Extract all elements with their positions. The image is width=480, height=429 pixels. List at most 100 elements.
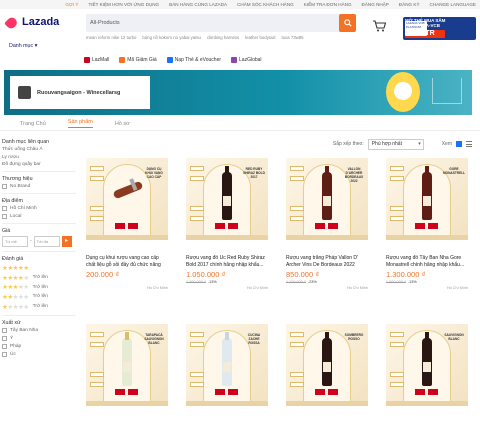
top-link-register[interactable]: ĐĂNG KÝ bbox=[399, 2, 420, 7]
badge bbox=[190, 342, 204, 347]
rating-option-4[interactable]: ★★★★★ Trở lên bbox=[2, 274, 76, 282]
service-topup[interactable]: Nạp Thẻ & eVoucher bbox=[166, 56, 221, 63]
search-button[interactable] bbox=[339, 14, 356, 32]
price-max-input[interactable]: Tới đa bbox=[33, 236, 60, 248]
suggestion-link[interactable]: tuxa 73w85 bbox=[282, 35, 304, 40]
tag bbox=[415, 223, 425, 229]
product-card[interactable]: VALLON D'ARCHER BORDEAUX 2022 Rượu vang … bbox=[286, 158, 368, 290]
cart-icon bbox=[373, 20, 387, 32]
service-lazglobal[interactable]: LazGlobal bbox=[231, 56, 262, 63]
tab-profile[interactable]: Hồ sơ bbox=[115, 121, 130, 127]
product-image[interactable]: RED RUBY SHIRAZ BOLD 2017 bbox=[186, 158, 268, 240]
product-title[interactable]: Rượu vang đỏ Tây Ban Nha Gore Monastrell… bbox=[386, 255, 468, 268]
price-dash: - bbox=[30, 239, 32, 245]
brand-option[interactable]: No Brand bbox=[2, 184, 76, 190]
promo-banner[interactable]: LAZADA VCB PLATINUM MỞ THẺ MUA SẮM LAZAD… bbox=[403, 17, 476, 40]
search-box: All-Products bbox=[86, 14, 356, 32]
service-lazmall[interactable]: LazMall bbox=[84, 56, 110, 63]
badge bbox=[190, 176, 204, 181]
product-image[interactable]: SOMBRERO ROSSO bbox=[286, 324, 368, 406]
checkbox[interactable] bbox=[2, 214, 7, 220]
top-link-language[interactable]: CHANGE LANGUAGE bbox=[430, 2, 476, 7]
store-icon bbox=[18, 86, 31, 99]
category-menu[interactable]: Danh mục ▾ bbox=[9, 43, 37, 49]
rating-option-3[interactable]: ★★★★★ Trở lên bbox=[2, 283, 76, 291]
divider bbox=[2, 314, 76, 316]
top-link-suggest[interactable]: GỢI Ý bbox=[65, 2, 78, 7]
grid-view-icon[interactable] bbox=[456, 141, 462, 147]
discount: -13% bbox=[407, 280, 417, 284]
product-title[interactable]: Rượu vang trắng Pháp Vallon D' Archer Vi… bbox=[286, 255, 368, 268]
origin-option[interactable]: Tây Ban Nha bbox=[2, 327, 76, 333]
checkbox[interactable] bbox=[2, 327, 7, 333]
top-link-sell[interactable]: BÁN HÀNG CÙNG LAZADA bbox=[169, 2, 227, 7]
service-voucher[interactable]: Mã Giảm Giá bbox=[119, 56, 157, 63]
tab-home[interactable]: Trang Chủ bbox=[20, 121, 46, 127]
origin-option[interactable]: Pháp bbox=[2, 343, 76, 349]
product-original-price bbox=[86, 280, 168, 284]
filter-sidebar: Danh mục liên quan Thức uống Châu Á Ly r… bbox=[0, 131, 78, 360]
original-price: 1.500.000 ₫ bbox=[386, 280, 406, 284]
product-image[interactable]: DỤNG CỤ KHUI VANG CAO CẤP bbox=[86, 158, 168, 240]
tab-products[interactable]: Sản phẩm bbox=[67, 119, 93, 128]
top-link-order[interactable]: KIỂM TRA ĐƠN HÀNG bbox=[304, 2, 352, 7]
sort-select[interactable]: Phù hợp nhất bbox=[367, 138, 424, 150]
service-label: LazMall bbox=[92, 56, 110, 63]
top-link-care[interactable]: CHĂM SÓC KHÁCH HÀNG bbox=[237, 2, 294, 7]
related-item[interactable]: Ly rượu bbox=[2, 155, 76, 160]
product-image[interactable]: GORE MONASTRELL bbox=[386, 158, 468, 240]
product-image[interactable]: TARAPACÁ SAUVIGNON BLANC bbox=[86, 324, 168, 406]
checkbox[interactable] bbox=[2, 335, 7, 341]
badge bbox=[90, 176, 104, 181]
product-location: Hồ Chí Minh bbox=[346, 286, 368, 290]
product-card[interactable]: DỤNG CỤ KHUI VANG CAO CẤP Dụng cụ khui r… bbox=[86, 158, 168, 290]
origin-option[interactable]: Ý bbox=[2, 335, 76, 341]
product-card[interactable]: TARAPACÁ SAUVIGNON BLANC bbox=[86, 324, 168, 406]
rating-option-1[interactable]: ★★★★★ Trở lên bbox=[2, 303, 76, 311]
product-card[interactable]: SOMBRERO ROSSO bbox=[286, 324, 368, 406]
product-image[interactable]: CUCINA ZACHE ROSSA bbox=[186, 324, 268, 406]
badge bbox=[190, 382, 204, 387]
origin-option[interactable]: Úc bbox=[2, 351, 76, 357]
related-heading: Danh mục liên quan bbox=[2, 139, 50, 145]
checkbox[interactable] bbox=[2, 206, 7, 212]
checkbox[interactable] bbox=[2, 184, 7, 190]
suggestion-link[interactable]: climbing harness bbox=[207, 35, 239, 40]
rating-option-2[interactable]: ★★★★★ Trở lên bbox=[2, 293, 76, 301]
suggestion-link[interactable]: leather bodysuit bbox=[245, 35, 275, 40]
product-card[interactable]: RED RUBY SHIRAZ BOLD 2017 Rượu vang đỏ Ú… bbox=[186, 158, 268, 290]
related-item[interactable]: Đồ đựng quầy bar bbox=[2, 162, 76, 167]
suggestion-link[interactable]: búng nồ kokoro no yabai yatsu bbox=[142, 35, 201, 40]
divider bbox=[2, 251, 76, 253]
price-min-input[interactable]: Từ mê bbox=[2, 236, 28, 248]
product-image[interactable]: VALLON D'ARCHER BORDEAUX 2022 bbox=[286, 158, 368, 240]
related-item[interactable]: Thức uống Châu Á bbox=[2, 147, 76, 152]
rating-suffix: Trở lên bbox=[32, 275, 48, 281]
checkbox[interactable] bbox=[2, 351, 7, 357]
location-option[interactable]: Hồ Chí Minh bbox=[2, 206, 76, 212]
product-title[interactable]: Rượu vang đỏ Úc Red Ruby Shiraz Bold 201… bbox=[186, 255, 268, 268]
top-link-login[interactable]: ĐĂNG NHẬP bbox=[362, 2, 389, 7]
checkbox[interactable] bbox=[2, 343, 7, 349]
search-input[interactable]: All-Products bbox=[90, 14, 336, 32]
product-card[interactable]: CUCINA ZACHE ROSSA bbox=[186, 324, 268, 406]
product-card[interactable]: SAUVIGNON BLANC bbox=[386, 324, 468, 406]
price-apply-button[interactable]: ▸ bbox=[61, 236, 72, 248]
product-card[interactable]: GORE MONASTRELL Rượu vang đỏ Tây Ban Nha… bbox=[386, 158, 468, 290]
service-label: LazGlobal bbox=[239, 56, 262, 63]
strip bbox=[286, 235, 368, 240]
tag bbox=[415, 389, 425, 395]
suggestion-link[interactable]: mean reform nike 12 turbo bbox=[86, 35, 136, 40]
location-option[interactable]: Local bbox=[2, 214, 76, 220]
tag bbox=[228, 389, 238, 395]
service-label: Mã Giảm Giá bbox=[127, 56, 157, 63]
rating-heading: Đánh giá bbox=[2, 256, 24, 263]
list-view-icon[interactable] bbox=[466, 141, 472, 147]
store-card[interactable]: Ruouvangsaigon - Winecellarsg bbox=[10, 76, 150, 109]
top-link-app[interactable]: TIẾT KIỆM HƠN VỚI ỨNG DỤNG bbox=[88, 2, 159, 7]
product-image[interactable]: SAUVIGNON BLANC bbox=[386, 324, 468, 406]
badge bbox=[290, 176, 304, 181]
product-title[interactable]: Dụng cụ khui rượu vang cao cấp chất liệu… bbox=[86, 255, 168, 268]
rating-option-5[interactable]: ★★★★★ bbox=[2, 264, 76, 272]
cart-button[interactable] bbox=[372, 19, 387, 37]
